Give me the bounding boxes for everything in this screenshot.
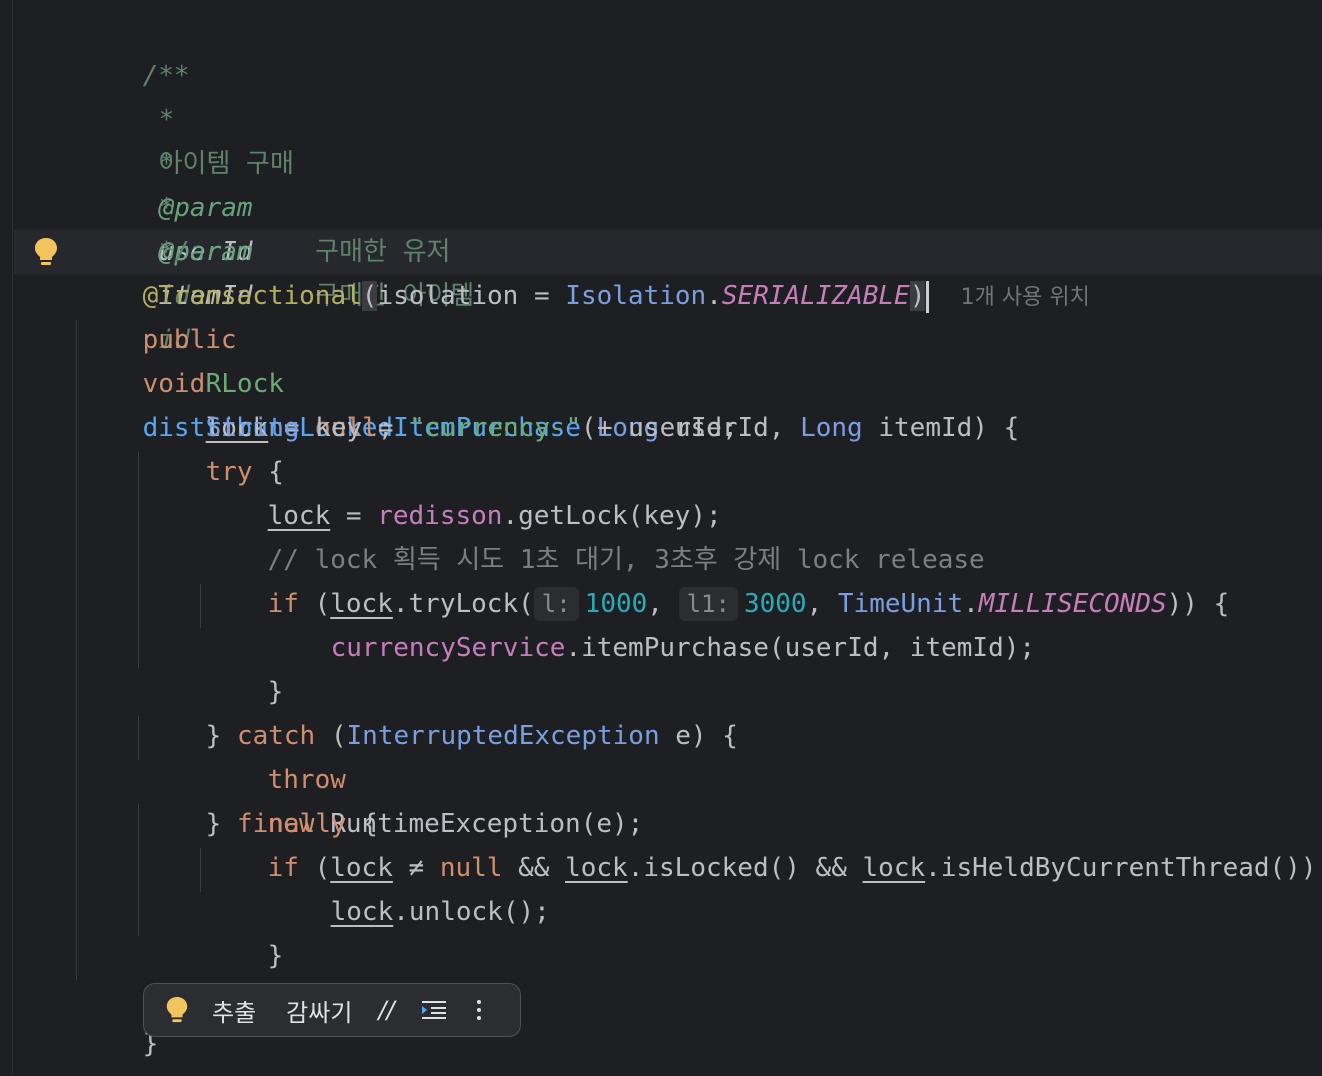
code-line[interactable]: } catch (InterruptedException e) {: [143, 670, 738, 751]
string-literal: "currency-": [409, 413, 582, 443]
reformat-icon[interactable]: [421, 998, 447, 1022]
code-line[interactable]: @Transactional(isolation = Isolation.SER…: [80, 230, 1090, 313]
lightbulb-icon[interactable]: [164, 995, 190, 1025]
code-text: .unlock();: [393, 897, 550, 927]
code-line[interactable]: */: [96, 186, 190, 267]
code-line[interactable]: }: [18, 1022, 97, 1076]
indent-guide: [200, 848, 201, 892]
code-line[interactable]: }: [205, 890, 284, 971]
code-line[interactable]: /**: [80, 10, 190, 91]
code-line[interactable]: }: [143, 934, 222, 1015]
indent-guide: [138, 804, 139, 936]
code-line[interactable]: }: [205, 626, 284, 707]
code-text: .itemPurchase(userId, itemId);: [565, 633, 1036, 663]
variable: lock: [862, 853, 926, 883]
code-line[interactable]: // lock 획득 시도 1초 대기, 3초후 강제 lock release: [205, 494, 985, 575]
gutter-divider: [12, 0, 13, 1076]
code-line[interactable]: RLock lock = null;: [143, 318, 394, 443]
surround-button[interactable]: 감싸기: [286, 993, 352, 1028]
code-text: .isLocked() &&: [627, 853, 863, 883]
code-line[interactable]: if (lock ≠ null && lock.isLocked() && lo…: [205, 802, 1322, 883]
variable: lock: [330, 897, 394, 927]
comment-icon[interactable]: //: [378, 996, 394, 1024]
lightbulb-icon[interactable]: [32, 236, 60, 268]
field: currencyService: [330, 633, 566, 663]
code-line[interactable]: } finally {: [143, 758, 378, 839]
code-text: )) {: [1166, 589, 1230, 619]
code-line[interactable]: String key = "currency-" + userId;: [143, 362, 738, 443]
code-editor[interactable]: /** * 아이템 구매 * @param userId 구매한 유저 id *…: [0, 0, 1322, 1076]
brace: }: [267, 941, 284, 971]
code-line[interactable]: lock.unlock();: [268, 846, 550, 927]
indent-guide: [138, 452, 139, 668]
code-line[interactable]: * @param itemId 구매한 아이템 id: [96, 142, 475, 355]
code-line[interactable]: throw new RuntimeException(e);: [205, 714, 644, 839]
indent-guide: [76, 320, 77, 980]
code-text: .isHeldByCurrentThread()) {: [925, 853, 1322, 883]
floating-toolbar: 추출 감싸기 //: [143, 983, 521, 1037]
more-options-icon[interactable]: [476, 1000, 481, 1020]
code-line[interactable]: * 아이템 구매: [96, 54, 294, 179]
indent-guide: [200, 584, 201, 628]
indent-guide: [138, 716, 139, 760]
code-text: e) {: [659, 721, 738, 751]
code-text: key =: [299, 413, 410, 443]
code-text: + userId;: [581, 413, 738, 443]
code-line[interactable]: try {: [143, 406, 284, 487]
extract-button[interactable]: 추출: [212, 993, 256, 1028]
code-line[interactable]: currencyService.itemPurchase(userId, ite…: [268, 582, 1035, 663]
code-line[interactable]: public void distributeLockedItemPurchase…: [80, 274, 1020, 443]
param: itemId) {: [862, 413, 1020, 443]
variable: lock: [565, 853, 628, 883]
type: Long: [800, 413, 863, 443]
code-line[interactable]: if (lock.tryLock(l: 1000, l1: 3000, TimeUn…: [205, 538, 1229, 621]
code-line[interactable]: * @param userId 구매한 유저 id: [96, 98, 451, 311]
code-line[interactable]: lock = redisson.getLock(key);: [205, 450, 722, 531]
